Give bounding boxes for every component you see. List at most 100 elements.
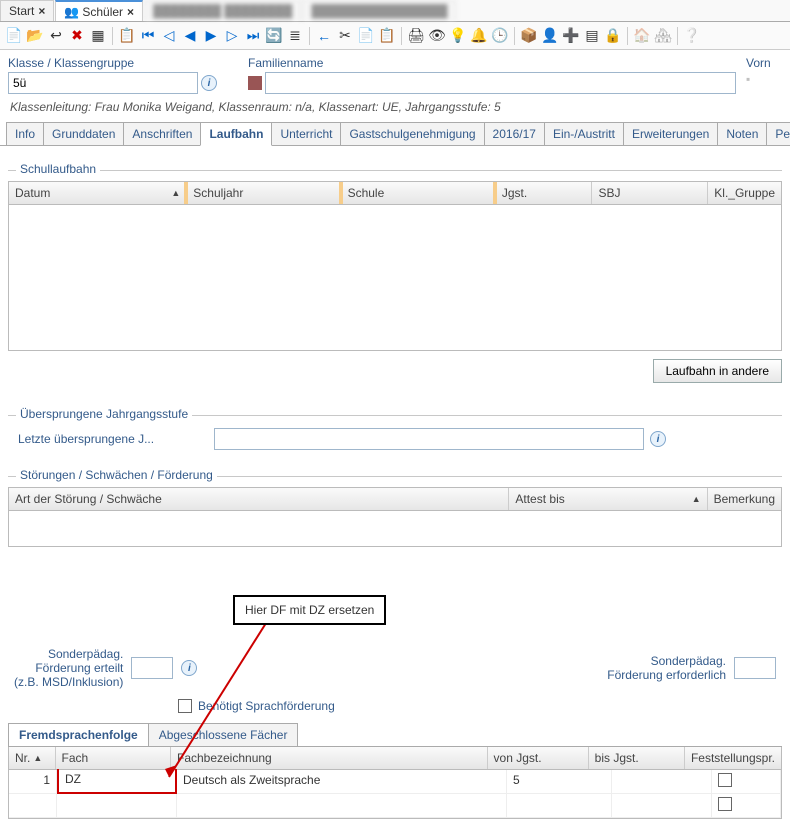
tab-gastschulgenehmigung[interactable]: Gastschulgenehmigung bbox=[340, 122, 484, 145]
tab-abgeschlossene[interactable]: Abgeschlossene Fächer bbox=[148, 723, 299, 746]
box-icon[interactable]: 📦 bbox=[519, 26, 539, 46]
delete-icon[interactable]: ✖ bbox=[67, 26, 87, 46]
stoerungen-group: Störungen / Schwächen / Förderung Art de… bbox=[8, 460, 782, 717]
uebersprungen-group: Übersprungene Jahrgangsstufe Letzte über… bbox=[8, 399, 782, 452]
mid-tabs: Info Grunddaten Anschriften Laufbahn Unt… bbox=[0, 122, 790, 146]
tab-laufbahn[interactable]: Laufbahn bbox=[200, 122, 272, 146]
sort-asc-icon: ▲ bbox=[33, 753, 42, 763]
fremdsprachen-grid[interactable]: Nr. ▲ Fach Fachbezeichnung von Jgst. bis… bbox=[8, 747, 782, 819]
tab-ein-austritt[interactable]: Ein-/Austritt bbox=[544, 122, 624, 145]
homes-icon[interactable]: 🏘 bbox=[653, 26, 673, 46]
col-attest[interactable]: Attest bis ▲ bbox=[509, 488, 707, 510]
col-feststellungspr[interactable]: Feststellungspr. bbox=[685, 747, 781, 769]
plus-icon[interactable]: ➕ bbox=[561, 26, 581, 46]
tab-unterricht[interactable]: Unterricht bbox=[271, 122, 341, 145]
laufbahn-transfer-button[interactable]: Laufbahn in andere bbox=[653, 359, 782, 383]
first-icon[interactable]: ⏮ bbox=[138, 26, 158, 46]
foerderung-erforderlich-input[interactable] bbox=[734, 657, 776, 679]
col-bis-jgst[interactable]: bis Jgst. bbox=[589, 747, 685, 769]
table-icon[interactable]: ▦ bbox=[88, 26, 108, 46]
flag-icon bbox=[248, 76, 262, 90]
undo-icon[interactable]: ↩ bbox=[46, 26, 66, 46]
stoerungen-grid[interactable]: Art der Störung / Schwäche Attest bis ▲ … bbox=[8, 487, 782, 547]
col-fachbezeichnung[interactable]: Fachbezeichnung bbox=[171, 747, 488, 769]
tab-grunddaten[interactable]: Grunddaten bbox=[43, 122, 124, 145]
col-schule[interactable]: Schule bbox=[342, 182, 496, 204]
col-jgst[interactable]: Jgst. bbox=[496, 182, 593, 204]
cell-bez bbox=[177, 794, 507, 817]
next-fast-icon[interactable]: ▷ bbox=[222, 26, 242, 46]
open-icon[interactable]: 📂 bbox=[25, 26, 45, 46]
next-icon[interactable]: ▶ bbox=[201, 26, 221, 46]
prev-fast-icon[interactable]: ◁ bbox=[159, 26, 179, 46]
col-sbj[interactable]: SBJ bbox=[592, 182, 708, 204]
clock-icon[interactable]: 🕒 bbox=[490, 26, 510, 46]
cut-icon[interactable]: ✂ bbox=[335, 26, 355, 46]
col-klgruppe[interactable]: Kl._Gruppe bbox=[708, 182, 781, 204]
copy-icon[interactable]: 📄 bbox=[356, 26, 376, 46]
info-icon[interactable]: i bbox=[650, 431, 666, 447]
tab-hidden-2[interactable]: ████████████████ bbox=[302, 0, 456, 21]
bell-icon[interactable]: 🔔 bbox=[469, 26, 489, 46]
sprachfoerderung-checkbox[interactable] bbox=[178, 699, 192, 713]
tab-person[interactable]: Person bbox=[766, 122, 790, 145]
bulb-icon[interactable]: 💡 bbox=[448, 26, 468, 46]
prev-icon[interactable]: ◀ bbox=[180, 26, 200, 46]
home-icon[interactable]: 🏠 bbox=[632, 26, 652, 46]
tab-noten[interactable]: Noten bbox=[717, 122, 767, 145]
clipboard-icon[interactable]: 📋 bbox=[117, 26, 137, 46]
sprachfoerderung-label: Benötigt Sprachförderung bbox=[198, 699, 335, 713]
group-title: Störungen / Schwächen / Förderung bbox=[16, 468, 217, 482]
familienname-input[interactable] bbox=[265, 72, 736, 94]
tab-anschriften[interactable]: Anschriften bbox=[123, 122, 201, 145]
tab-schueler[interactable]: 👥 Schüler × bbox=[55, 0, 143, 21]
checkbox-icon[interactable] bbox=[718, 773, 732, 787]
tab-info[interactable]: Info bbox=[6, 122, 44, 145]
lock-icon[interactable]: 🔒 bbox=[603, 26, 623, 46]
col-bemerkung[interactable]: Bemerkung bbox=[708, 488, 781, 510]
erteilt-label-2: Förderung erteilt bbox=[14, 661, 123, 675]
uebersprungen-input[interactable] bbox=[214, 428, 644, 450]
foerderung-erteilt-input[interactable] bbox=[131, 657, 173, 679]
schullaufbahn-grid[interactable]: Datum ▲ Schuljahr Schule Jgst. SBJ Kl._G… bbox=[8, 181, 782, 351]
cell-fest[interactable] bbox=[712, 794, 781, 817]
back-icon[interactable]: ← bbox=[314, 26, 334, 46]
main-toolbar: 📄 📂 ↩ ✖ ▦ 📋 ⏮ ◁ ◀ ▶ ▷ ⏭ 🔄 ≣ ← ✂ 📄 📋 🖨 👁 … bbox=[0, 22, 790, 50]
close-icon[interactable]: × bbox=[38, 4, 45, 18]
info-icon[interactable]: i bbox=[201, 75, 217, 91]
blur-icon: ▪ bbox=[746, 72, 750, 86]
tab-fremdsprachenfolge[interactable]: Fremdsprachenfolge bbox=[8, 723, 149, 746]
tab-erweiterungen[interactable]: Erweiterungen bbox=[623, 122, 718, 145]
new-icon[interactable]: 📄 bbox=[4, 26, 24, 46]
table-row[interactable]: 1 DZ Deutsch als Zweitsprache 5 bbox=[9, 770, 781, 794]
table-row[interactable] bbox=[9, 794, 781, 818]
col-nr[interactable]: Nr. ▲ bbox=[9, 747, 56, 769]
checkbox-icon[interactable] bbox=[718, 797, 732, 811]
klasse-input[interactable] bbox=[8, 72, 198, 94]
cell-fest[interactable] bbox=[712, 770, 781, 793]
person-icon[interactable]: 👤 bbox=[540, 26, 560, 46]
info-icon[interactable]: i bbox=[181, 660, 197, 676]
col-art[interactable]: Art der Störung / Schwäche bbox=[9, 488, 509, 510]
col-datum[interactable]: Datum ▲ bbox=[9, 182, 187, 204]
tab-label: ████████ ████████ bbox=[153, 4, 292, 18]
col-von-jgst[interactable]: von Jgst. bbox=[488, 747, 589, 769]
print-icon[interactable]: 🖨 bbox=[406, 26, 426, 46]
list-icon[interactable]: ≣ bbox=[285, 26, 305, 46]
close-icon[interactable]: × bbox=[127, 5, 134, 19]
tab-2016-17[interactable]: 2016/17 bbox=[484, 122, 545, 145]
last-icon[interactable]: ⏭ bbox=[243, 26, 263, 46]
cell-fach-highlighted[interactable]: DZ bbox=[57, 769, 177, 794]
separator bbox=[401, 27, 402, 45]
cell-bez: Deutsch als Zweitsprache bbox=[177, 770, 507, 793]
tab-start[interactable]: Start × bbox=[0, 0, 54, 21]
refresh-icon[interactable]: 🔄 bbox=[264, 26, 284, 46]
grid-icon[interactable]: ▤ bbox=[582, 26, 602, 46]
paste-icon[interactable]: 📋 bbox=[377, 26, 397, 46]
eye-icon[interactable]: 👁 bbox=[427, 26, 447, 46]
col-schuljahr[interactable]: Schuljahr bbox=[187, 182, 341, 204]
help-icon[interactable]: ❔ bbox=[682, 26, 702, 46]
tab-hidden-1[interactable]: ████████ ████████ bbox=[144, 0, 301, 21]
cell-fach[interactable] bbox=[57, 794, 177, 817]
col-fach[interactable]: Fach bbox=[56, 747, 171, 769]
